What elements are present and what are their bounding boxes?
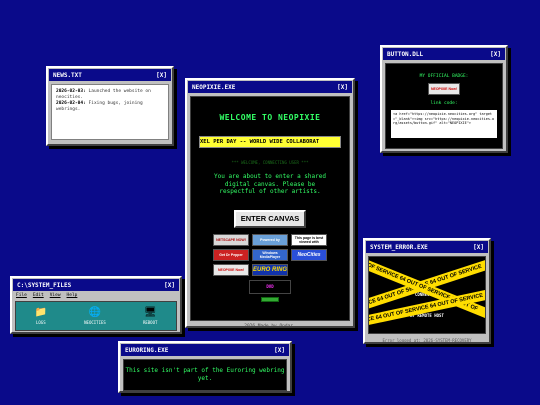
error-screen: CONNECTION BY REMOTE HOST SERVICE 64 OUT… xyxy=(368,256,486,334)
close-icon[interactable]: [X] xyxy=(164,282,175,289)
mediaplayer-badge[interactable]: Windows MediaPlayer xyxy=(252,248,288,261)
enter-canvas-button[interactable]: ENTER CANVAS xyxy=(234,209,306,228)
neopixie-badge[interactable]: NEOPIXIE Now! xyxy=(213,263,249,276)
euroring-message: This site isn't part of the Euroring web… xyxy=(125,367,285,382)
notice-text: You are about to enter a shared digital … xyxy=(214,173,326,195)
reboot-item[interactable]: 🖥 REBOOT xyxy=(143,307,157,325)
menu-file[interactable]: File xyxy=(16,293,27,298)
news-title: NEWS.TXT xyxy=(53,71,82,79)
marquee-banner: XEL PER DAY -- WORLD WIDE COLLABORAT xyxy=(199,136,341,148)
menu-view[interactable]: View xyxy=(50,293,61,298)
folder-icon: 📁 xyxy=(34,307,48,318)
error-titlebar[interactable]: SYSTEM_ERROR.EXE [X] xyxy=(366,241,488,253)
logs-label: LOGS xyxy=(35,320,46,325)
logs-item[interactable]: 📁 LOGS xyxy=(35,307,47,325)
euro-titlebar[interactable]: EURORING.EXE [X] xyxy=(121,344,289,356)
news-item: 2026-02-04: Fixing bugs, joining webring… xyxy=(56,101,143,112)
official-badge[interactable]: NEOPIXIE Now! xyxy=(428,83,460,95)
button-screen: MY OFFICIAL BADGE: NEOPIXIE Now! link co… xyxy=(385,63,503,149)
files-icon-area: 📁 LOGS 🌐 NEOCITIES 🖥 REBOOT xyxy=(15,301,177,331)
main-footer: 2026 Made by Ondar. xyxy=(244,324,296,329)
drpepper-badge[interactable]: Get Dr Pepper xyxy=(213,248,249,261)
euro-title: EURORING.EXE xyxy=(125,346,169,354)
main-titlebar[interactable]: NEOPIXIE.EXE [X] xyxy=(188,81,352,93)
close-icon[interactable]: [X] xyxy=(473,244,484,251)
files-title: C:\SYSTEM_FILES xyxy=(17,281,72,289)
button-titlebar[interactable]: BUTTON.DLL [X] xyxy=(383,48,505,60)
welcome-heading: WELCOME TO NEOPIXIE xyxy=(219,113,321,122)
best-viewed-badge[interactable]: This page is best viewed with xyxy=(291,233,327,246)
connecting-text: *** WELCOME, CONNECTING USER *** xyxy=(231,160,309,165)
error-footer: Error logged at: 2026-SYSTEM-RECOVERY xyxy=(382,338,472,343)
error-title: SYSTEM_ERROR.EXE xyxy=(370,243,428,251)
euro-screen: This site isn't part of the Euroring web… xyxy=(123,359,287,391)
menu-bar: File Edit View Help xyxy=(12,292,180,299)
close-icon[interactable]: [X] xyxy=(274,347,285,354)
files-titlebar[interactable]: C:\SYSTEM_FILES [X] xyxy=(13,279,179,291)
euroring-badge[interactable]: EURO RING xyxy=(252,263,288,276)
button-title: BUTTON.DLL xyxy=(387,50,424,58)
close-icon[interactable]: [X] xyxy=(156,72,167,79)
main-title: NEOPIXIE.EXE xyxy=(192,83,236,91)
main-screen: WELCOME TO NEOPIXIE XEL PER DAY -- WORLD… xyxy=(190,96,350,321)
neocities-badge[interactable]: NeoCities xyxy=(291,248,327,261)
news-titlebar[interactable]: NEWS.TXT [X] xyxy=(49,69,171,81)
news-window: NEWS.TXT [X] 2026-02-03: Launched the we… xyxy=(46,66,174,146)
menu-help[interactable]: Help xyxy=(67,293,78,298)
close-icon[interactable]: [X] xyxy=(337,84,348,91)
close-icon[interactable]: [X] xyxy=(490,51,501,58)
computer-icon: 🖥 xyxy=(143,307,157,318)
link-code-box[interactable]: <a href="https://neopixie.neocities.org"… xyxy=(391,110,497,138)
button-window: BUTTON.DLL [X] MY OFFICIAL BADGE: NEOPIX… xyxy=(380,45,508,153)
reboot-label: REBOOT xyxy=(142,320,158,325)
link-code-label: link code: xyxy=(430,101,458,106)
badge-grid: NETSCAPE NOW! Powered by This page is be… xyxy=(191,233,349,276)
official-badge-label: MY OFFICIAL BADGE: xyxy=(419,74,469,79)
neocities-label: NEOCITIES xyxy=(84,320,106,325)
neopixie-window: NEOPIXIE.EXE [X] WELCOME TO NEOPIXIE XEL… xyxy=(185,78,355,329)
netscape-badge[interactable]: NETSCAPE NOW! xyxy=(213,233,249,246)
news-body: 2026-02-03: Launched the website on neoc… xyxy=(51,84,169,140)
news-item: 2026-02-03: Launched the website on neoc… xyxy=(56,89,151,100)
globe-icon: 🌐 xyxy=(88,307,102,318)
euroring-window: EURORING.EXE [X] This site isn't part of… xyxy=(118,341,292,393)
neocities-item[interactable]: 🌐 NEOCITIES xyxy=(84,307,106,325)
menu-edit[interactable]: Edit xyxy=(33,293,44,298)
system-files-window: C:\SYSTEM_FILES [X] File Edit View Help … xyxy=(10,276,182,334)
powered-badge[interactable]: Powered by xyxy=(252,233,288,246)
system-error-window: SYSTEM_ERROR.EXE [X] CONNECTION BY REMOT… xyxy=(363,238,491,344)
dvd-logo: DVD xyxy=(249,279,291,294)
small-green-button[interactable] xyxy=(261,296,279,302)
